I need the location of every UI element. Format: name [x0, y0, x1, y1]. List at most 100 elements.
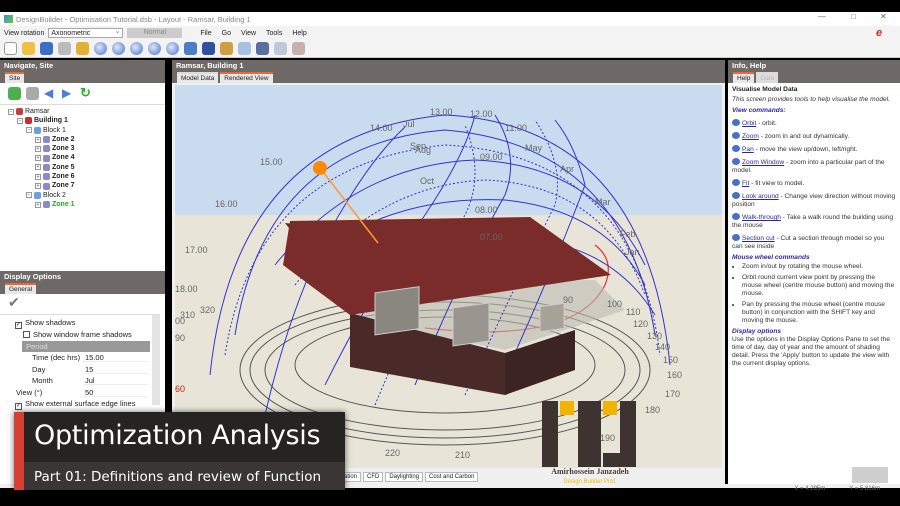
sun-path-label-hours: 14.00	[370, 123, 393, 133]
open-folder-icon[interactable]	[22, 42, 35, 55]
tree-item[interactable]: − Block 1	[8, 126, 157, 135]
zoom-icon[interactable]	[112, 42, 125, 55]
tree-item[interactable]: + Zone 7	[8, 181, 157, 190]
menu-tools[interactable]: Tools	[266, 30, 282, 37]
zoom-window-icon[interactable]	[148, 42, 161, 55]
help-command: Orbit - orbit.	[732, 119, 896, 128]
render-icon[interactable]	[238, 42, 251, 55]
title-bar: DesignBuilder - Optimisation Tutorial.ds…	[0, 12, 900, 26]
expand-toggle[interactable]: +	[35, 173, 41, 180]
expand-toggle[interactable]: +	[35, 155, 41, 162]
orbit-icon[interactable]	[94, 42, 107, 55]
tree-item[interactable]: + Zone 5	[8, 163, 157, 172]
walk-through-icon[interactable]	[202, 42, 215, 55]
period-section[interactable]: Period	[22, 340, 150, 352]
edge-lines-checkbox[interactable]: ✓	[15, 403, 22, 410]
component-icon[interactable]	[26, 87, 39, 100]
tree-node-icon	[43, 136, 50, 144]
command-link[interactable]: Orbit	[742, 120, 756, 127]
tab-model-data[interactable]: Model Data	[177, 72, 219, 83]
pan-icon[interactable]	[130, 42, 143, 55]
options-scrollbar[interactable]	[152, 315, 160, 405]
expand-toggle[interactable]: +	[35, 145, 41, 152]
tree-item[interactable]: − Ramsar	[8, 107, 157, 116]
camera-icon[interactable]	[256, 42, 269, 55]
video-controls[interactable]	[852, 467, 888, 483]
close-button[interactable]: ✕	[880, 12, 887, 21]
expand-toggle[interactable]: +	[35, 183, 41, 190]
expand-toggle[interactable]: −	[26, 127, 32, 134]
sun-path-label-hours: 07.00	[480, 232, 503, 242]
command-text: - orbit.	[756, 120, 777, 127]
tree-item[interactable]: + Zone 3	[8, 144, 157, 153]
refresh-icon[interactable]: ↻	[80, 86, 93, 100]
view-angle-input[interactable]: 50	[83, 386, 148, 397]
command-link[interactable]: Zoom Window	[742, 159, 784, 166]
tree-item-label: Zone 5	[52, 163, 75, 171]
fit-icon[interactable]	[166, 42, 179, 55]
window-frame-shadows-checkbox[interactable]	[23, 331, 30, 338]
new-file-icon[interactable]	[4, 42, 17, 55]
tab-site[interactable]: Site	[5, 72, 25, 83]
display-options-heading: Display options	[732, 328, 782, 335]
expand-toggle[interactable]: +	[35, 201, 41, 208]
tab-rendered-view[interactable]: Rendered View	[220, 72, 273, 83]
print-icon[interactable]	[58, 42, 71, 55]
apply-check-icon[interactable]: ✔	[0, 294, 165, 314]
expand-toggle[interactable]: +	[35, 136, 41, 143]
tree-item[interactable]: − Building 1	[8, 116, 157, 125]
expand-toggle[interactable]: −	[8, 108, 14, 115]
menu-view[interactable]: View	[241, 30, 256, 37]
settings-icon[interactable]	[292, 42, 305, 55]
tab-daylighting[interactable]: Daylighting	[385, 472, 424, 482]
command-link[interactable]: Section cut	[742, 235, 775, 242]
menu-go[interactable]: Go	[222, 30, 231, 37]
expand-toggle[interactable]: −	[26, 192, 32, 199]
minimize-button[interactable]: —	[818, 12, 826, 21]
mode-select[interactable]: Normal	[127, 28, 183, 38]
command-icon	[732, 132, 740, 139]
time-input[interactable]: 15.00	[83, 352, 148, 362]
sun-path-label-azimuth: 140	[655, 342, 670, 352]
tree-item-label: Zone 2	[52, 135, 75, 143]
command-link[interactable]: Pan	[742, 146, 754, 153]
command-link[interactable]: Look around	[742, 193, 779, 200]
tree-node-icon	[34, 191, 41, 199]
sun-path-label-months: Jan	[625, 247, 640, 257]
menu-row: View rotation Axonometric Normal File Go…	[0, 26, 900, 40]
maximize-button[interactable]: □	[851, 12, 856, 21]
forward-arrow-icon[interactable]: ▶	[62, 87, 75, 100]
navigate-header: Navigate, Site	[0, 60, 165, 72]
tab-data[interactable]: Data	[756, 72, 779, 83]
go-icon[interactable]	[8, 87, 21, 100]
wrench-icon[interactable]	[76, 42, 89, 55]
view-rotation-select[interactable]: Axonometric	[48, 27, 124, 38]
command-link[interactable]: Zoom	[742, 133, 759, 140]
back-arrow-icon[interactable]: ◀	[44, 87, 57, 100]
look-around-icon[interactable]	[184, 42, 197, 55]
save-icon[interactable]	[40, 42, 53, 55]
menu-help[interactable]: Help	[292, 30, 306, 37]
tree-item[interactable]: + Zone 6	[8, 172, 157, 181]
day-input[interactable]: 15	[83, 363, 148, 374]
tree-node-icon	[43, 173, 50, 181]
tree-item[interactable]: + Zone 2	[8, 135, 157, 144]
month-select[interactable]: Jul	[83, 375, 148, 385]
expand-toggle[interactable]: −	[17, 117, 23, 124]
info-help-panel: Info, Help Help Data Visualise Model Dat…	[728, 60, 900, 484]
expand-toggle[interactable]: +	[35, 164, 41, 171]
report-icon[interactable]	[274, 42, 287, 55]
sun-path-label-azimuth: 310	[180, 310, 195, 320]
tab-help[interactable]: Help	[733, 72, 755, 83]
tree-item[interactable]: + Zone 4	[8, 153, 157, 162]
tab-general[interactable]: General	[5, 283, 37, 294]
tree-item[interactable]: − Block 2	[8, 191, 157, 200]
tab-cfd[interactable]: CFD	[363, 472, 384, 482]
menu-file[interactable]: File	[200, 30, 211, 37]
tab-cost-carbon[interactable]: Cost and Carbon	[425, 472, 479, 482]
command-icon	[732, 179, 740, 186]
command-link[interactable]: Walk-through	[742, 214, 781, 221]
section-cut-icon[interactable]	[220, 42, 233, 55]
tree-item[interactable]: + Zone 1	[8, 200, 157, 209]
show-shadows-checkbox[interactable]: ✓	[15, 322, 22, 329]
